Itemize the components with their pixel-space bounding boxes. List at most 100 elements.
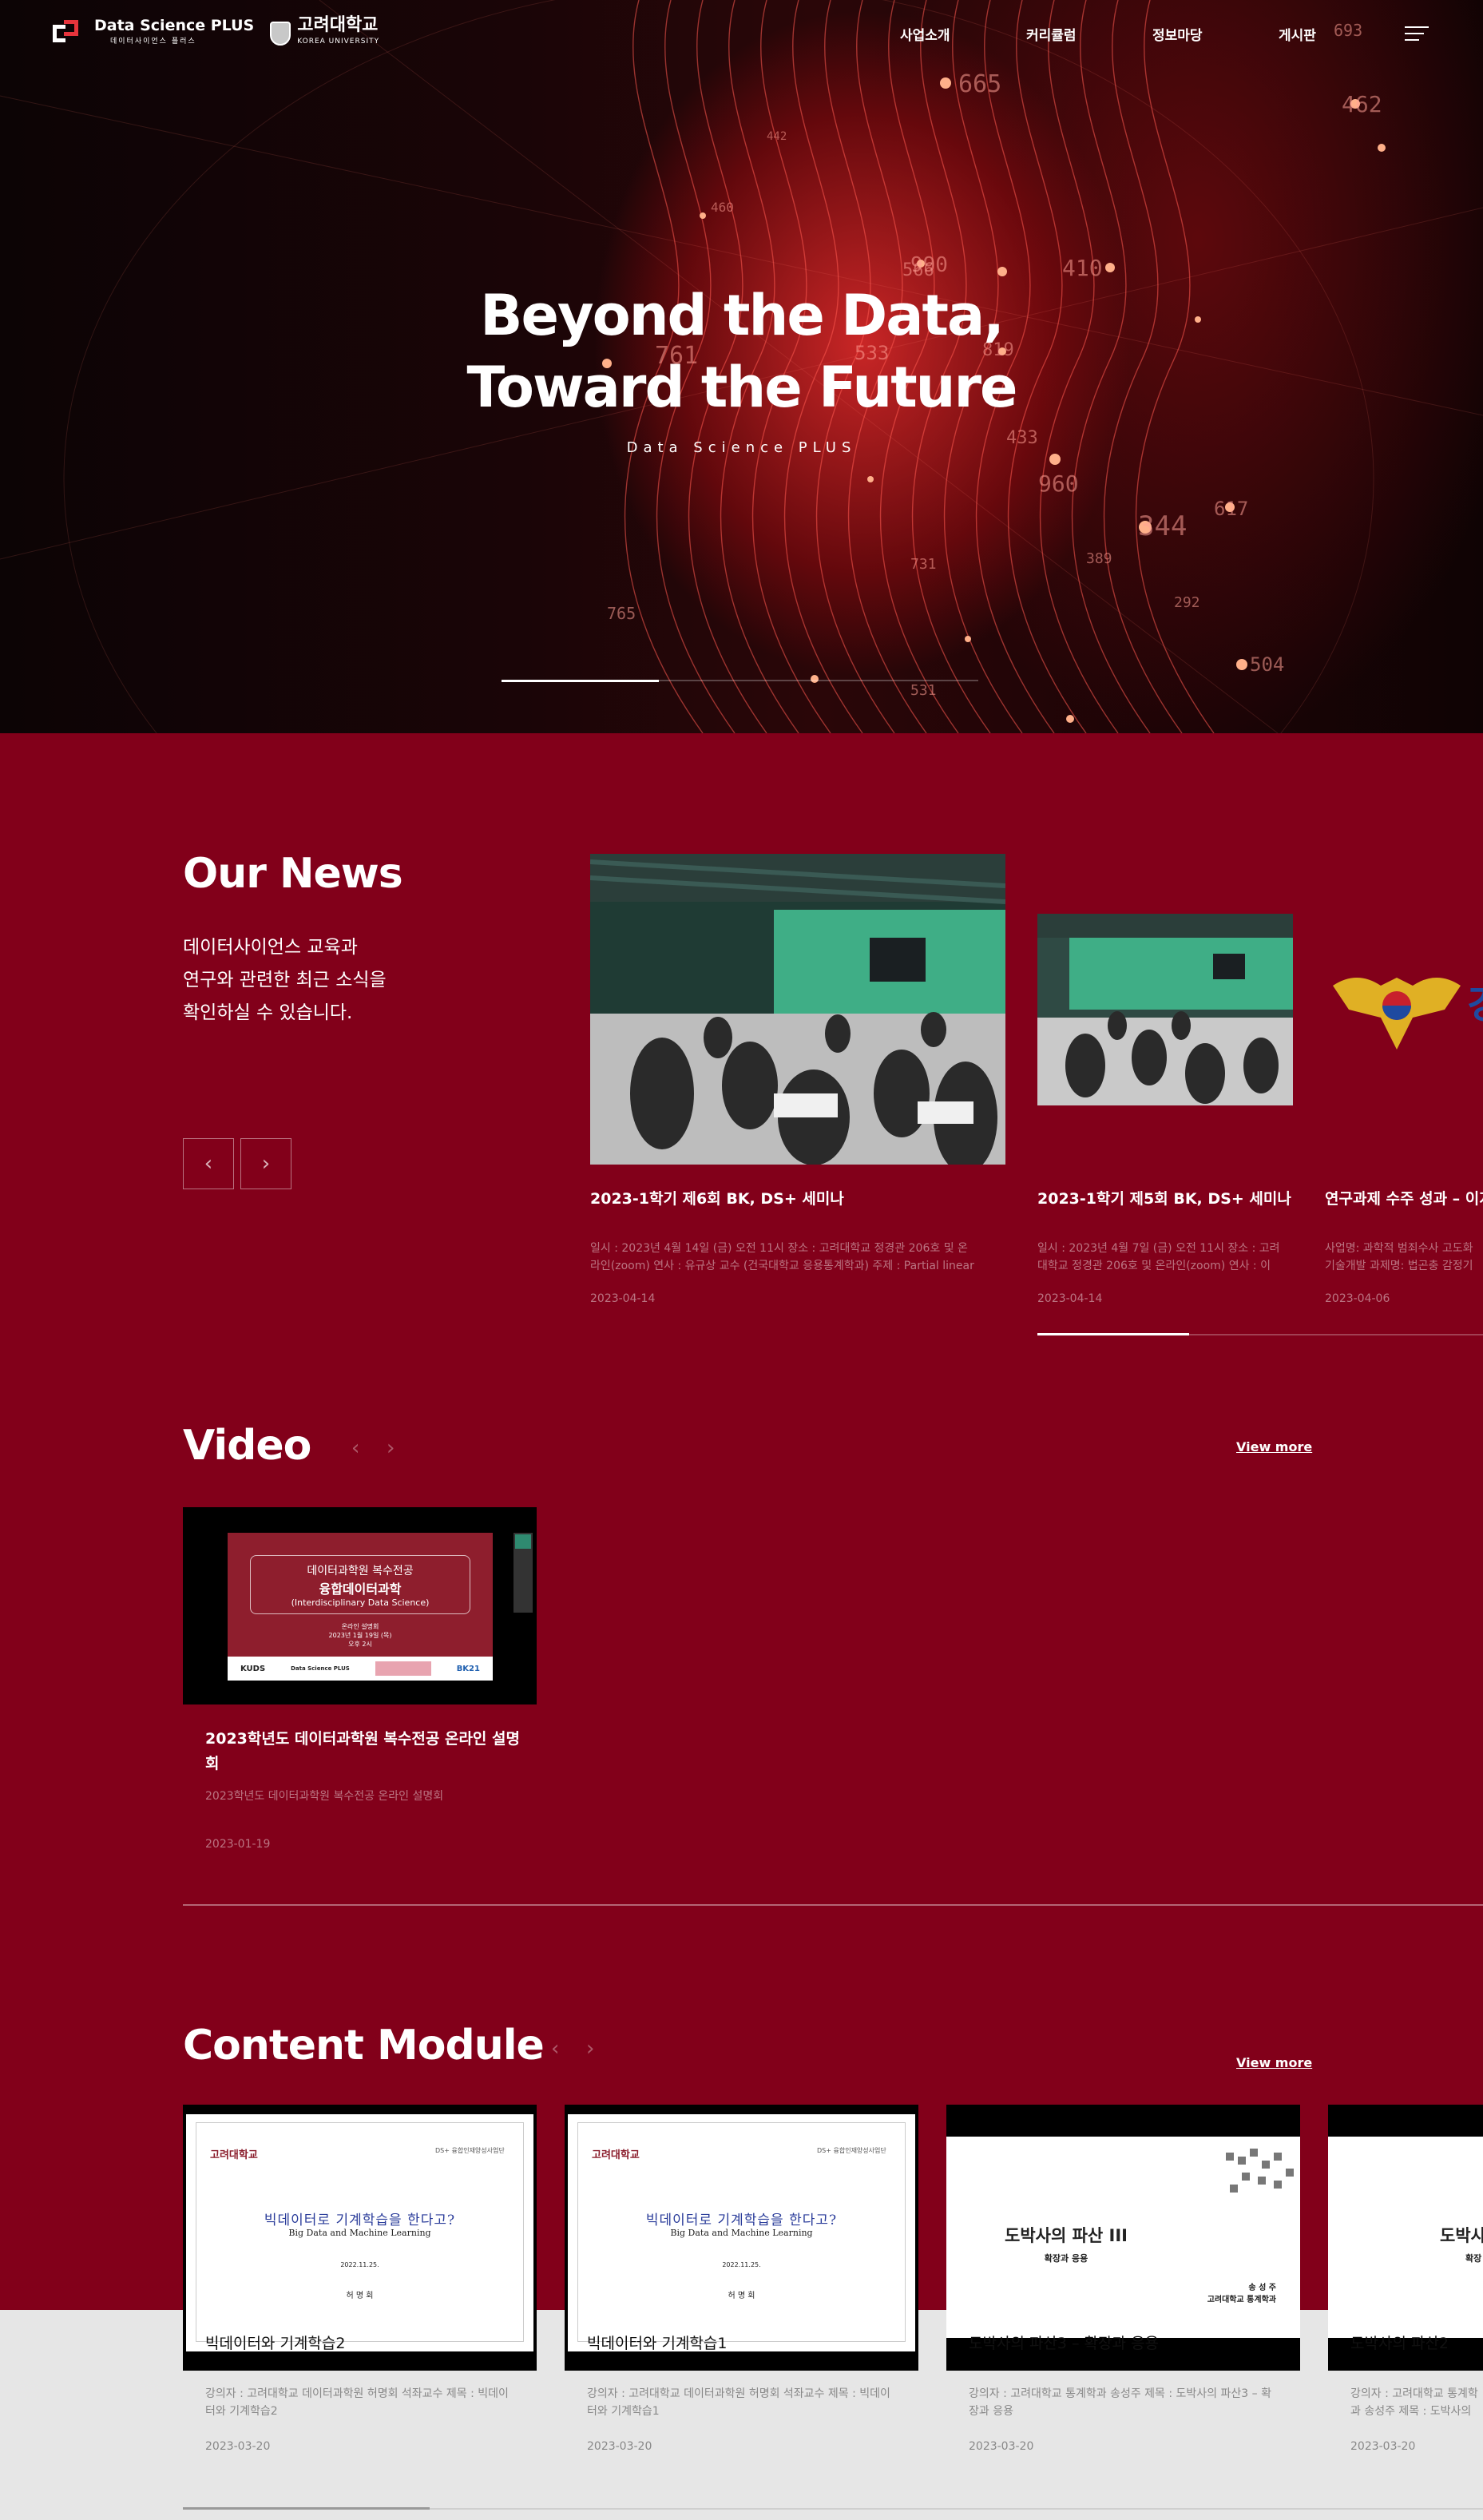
- news-prev-button[interactable]: ‹: [183, 1138, 234, 1189]
- news-description-line: 연구와 관련한 최근 소식을: [183, 970, 387, 990]
- video-view-more-link[interactable]: View more: [1236, 1439, 1312, 1454]
- hero-bg-number: 731: [910, 556, 937, 573]
- news-card-image[interactable]: [590, 854, 1005, 1165]
- video-slide-logos: KUDS Data Science PLUS BK21: [228, 1657, 493, 1681]
- video-slide-title: 융합데이터과학: [319, 1581, 402, 1597]
- news-description: 데이터사이언스 교육과 연구와 관련한 최근 소식을 확인하실 수 있습니다.: [183, 931, 387, 1030]
- module-card-thumbnail[interactable]: 도박사 확장 도박사의 파산2: [1328, 2105, 1483, 2371]
- module-slide: 도박사의 파산 III 확장과 응용 송 성 주 고려대학교 통계학과: [946, 2137, 1300, 2338]
- hero-bg-number: 344: [1138, 510, 1187, 542]
- module-slide: 고려대학교 DS+ 융합인재양성사업단 빅데이터로 기계학습을 한다고? Big…: [568, 2114, 915, 2351]
- video-slide-meta-line: 2023년 1월 19일 (목): [328, 1632, 392, 1639]
- content-module-title: Content Module: [183, 2022, 545, 2070]
- module-slider-progress-fill: [183, 2507, 430, 2510]
- slide-heading: 빅데이터로 기계학습을 한다고?: [645, 2212, 838, 2228]
- video-slide-subtitle: (Interdisciplinary Data Science): [291, 1597, 430, 1608]
- slide-date: 2022.11.25.: [340, 2261, 379, 2268]
- slide-org-label: 고려대학교: [210, 2149, 258, 2161]
- hero-slider-progress[interactable]: [502, 680, 978, 682]
- hero-bg-number: 693: [1334, 21, 1362, 40]
- section-divider: [183, 1904, 1483, 1906]
- slide-subheading: Big Data and Machine Learning: [288, 2228, 431, 2238]
- slide-author: 송 성 주: [1248, 2284, 1276, 2292]
- hero-subtitle: Data Science PLUS: [626, 439, 857, 456]
- module-card-thumbnail[interactable]: 고려대학교 DS+ 융합인재양성사업단 빅데이터로 기계학습을 한다고? Big…: [183, 2105, 537, 2371]
- hero-bg-number: 389: [1086, 550, 1112, 567]
- news-card-date: 2023-04-14: [590, 1292, 656, 1305]
- module-slider-progress[interactable]: [183, 2507, 1483, 2510]
- module-card-caption: 빅데이터와 기계학습1: [587, 2335, 728, 2352]
- nav-item-board[interactable]: 게시판: [1279, 24, 1316, 44]
- hero-bg-number: 566: [902, 260, 934, 280]
- hero-bg-number: 617: [1214, 498, 1248, 520]
- nav-item-about[interactable]: 사업소개: [900, 24, 950, 44]
- slide-author-block: 송 성 주 고려대학교 통계학과: [1207, 2280, 1276, 2304]
- hero-bg-number: 504: [1250, 653, 1284, 676]
- module-prev-arrow-icon[interactable]: ‹: [551, 2037, 559, 2061]
- hero-bg-number: 442: [767, 130, 787, 143]
- module-next-arrow-icon[interactable]: ›: [586, 2037, 594, 2061]
- module-card-thumbnail[interactable]: 고려대학교 DS+ 융합인재양성사업단 빅데이터로 기계학습을 한다고? Big…: [565, 2105, 918, 2371]
- menu-icon[interactable]: [1405, 26, 1429, 42]
- news-card-image[interactable]: [1037, 914, 1293, 1105]
- video-slide-title: 데이터과학원 복수전공: [307, 1565, 414, 1577]
- module-card-date: 2023-03-20: [969, 2440, 1034, 2453]
- site-logo[interactable]: Data Science PLUS 데이터사이언스 플러스 고려대학교 KORE…: [53, 15, 380, 50]
- ds-plus-logo-icon: [53, 20, 78, 47]
- module-card-thumbnail[interactable]: 도박사의 파산 III 확장과 응용 송 성 주 고려대학교 통계학과 도박사의…: [946, 2105, 1300, 2371]
- module-card-caption: 도박사의 파산2: [1350, 2335, 1449, 2352]
- news-description-line: 데이터사이언스 교육과: [183, 937, 358, 958]
- slide-subheading: Big Data and Machine Learning: [670, 2228, 813, 2238]
- seminar-photo: [1037, 914, 1293, 1105]
- chevron-left-icon: ‹: [204, 1152, 213, 1176]
- news-card-title[interactable]: 2023-1학기 제5회 BK, DS+ 세미나: [1037, 1187, 1291, 1208]
- news-card-title[interactable]: 2023-1학기 제6회 BK, DS+ 세미나: [590, 1187, 844, 1208]
- hero-title-line2: Toward the Future: [466, 355, 1017, 420]
- chevron-right-icon: ›: [261, 1152, 271, 1176]
- university-name-en: KOREA UNIVERSITY: [297, 38, 380, 46]
- news-next-button[interactable]: ›: [240, 1138, 291, 1189]
- module-card-date: 2023-03-20: [1350, 2440, 1416, 2453]
- module-view-more-link[interactable]: View more: [1236, 2055, 1312, 2070]
- hero-bg-number: 960: [1038, 470, 1079, 497]
- module-card-desc: 강의자 : 고려대학교 데이터과학원 허명회 석좌교수 제목 : 빅데이터와 기…: [587, 2387, 890, 2418]
- korea-university-logo[interactable]: 고려대학교 KOREA UNIVERSITY: [270, 15, 380, 50]
- hero-bg-number: 460: [711, 200, 734, 215]
- video-next-arrow-icon[interactable]: ›: [387, 1436, 395, 1460]
- module-card-caption: 도박사의 파산3 – 확장과 응용: [969, 2335, 1160, 2352]
- news-slider-progress[interactable]: [1037, 1333, 1483, 1335]
- video-slide-meta: 온라인 설명회 2023년 1월 19일 (목) 오후 2시: [228, 1622, 493, 1649]
- module-slide: 도박사 확장: [1328, 2137, 1483, 2338]
- video-slide-title-box: 데이터과학원 복수전공 융합데이터과학 (Interdisciplinary D…: [250, 1555, 470, 1614]
- nav-item-info[interactable]: 정보마당: [1152, 24, 1203, 44]
- hero-bg-number: 765: [607, 604, 636, 623]
- nav-item-curriculum[interactable]: 커리큘럼: [1026, 24, 1077, 44]
- module-card-date: 2023-03-20: [587, 2440, 652, 2453]
- brand-subtitle: 데이터사이언스 플러스: [110, 38, 196, 46]
- module-card-desc: 강의자 : 고려대학교 통계학과 송성주 제목 : 도박사의 파산2 – 확률론…: [1350, 2387, 1478, 2418]
- news-card-desc: 일시 : 2023년 4월 14일 (금) 오전 11시 장소 : 고려대학교 …: [590, 1242, 974, 1272]
- seminar-photo: [590, 854, 1005, 1165]
- hero-banner: 665 462 990 566 410 533 819 433 960 344 617 504 761 7…: [0, 0, 1483, 733]
- news-card-desc: 일시 : 2023년 4월 7일 (금) 오전 11시 장소 : 고려대학교 정…: [1037, 1242, 1280, 1272]
- slide-org-label: 고려대학교: [592, 2149, 640, 2161]
- video-slide-meta-line: 온라인 설명회: [341, 1623, 379, 1630]
- svg-text:경: 경: [1467, 982, 1483, 1027]
- brand-name: Data Science PLUS 데이터사이언스 플러스: [94, 18, 254, 50]
- video-card-title[interactable]: 2023학년도 데이터과학원 복수전공 온라인 설명회: [205, 1727, 525, 1776]
- video-thumbnail[interactable]: 데이터과학원 복수전공 융합데이터과학 (Interdisciplinary D…: [183, 1507, 537, 1704]
- video-prev-arrow-icon[interactable]: ‹: [351, 1436, 359, 1460]
- hero-slider-progress-fill: [502, 680, 659, 682]
- news-description-line: 확인하실 수 있습니다.: [183, 1002, 353, 1023]
- news-title: Our News: [183, 850, 403, 898]
- hero-bg-number: 665: [958, 70, 1001, 98]
- hero-bg-number: 531: [910, 682, 937, 699]
- news-card-title[interactable]: 연구과제 수주 성과 – 이지: [1325, 1187, 1483, 1208]
- hero-title-line1: Beyond the Data,: [480, 283, 1005, 348]
- university-name: 고려대학교: [297, 15, 379, 35]
- news-card-date: 2023-04-14: [1037, 1292, 1103, 1305]
- brand-name-text: Data Science PLUS: [94, 17, 255, 34]
- slide-author: 허 명 회: [346, 2292, 374, 2300]
- logo-icon: [375, 1661, 431, 1676]
- news-card-image[interactable]: 경: [1325, 954, 1483, 1066]
